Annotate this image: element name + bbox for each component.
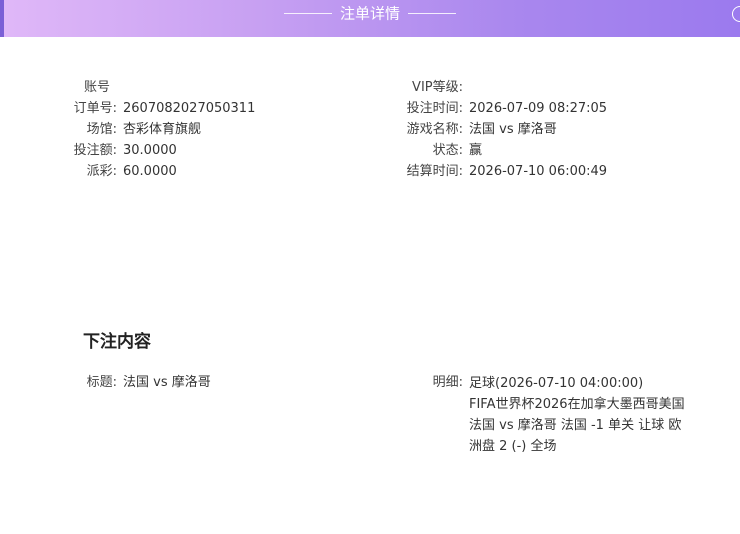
payout-row: 派彩: 60.0000 (0, 162, 370, 182)
order-number-label: 订单号: (73, 101, 117, 116)
venue-row: 场馆: 杏彩体育旗舰 (0, 120, 370, 140)
vip-level-row: VIP等级: (370, 78, 740, 98)
account-row: 账号 (0, 78, 370, 98)
bet-detail-line-3: 法国 vs 摩洛哥 法国 -1 单关 让球 欧 (469, 418, 682, 433)
bet-amount-value: 30.0000 (123, 143, 177, 158)
settle-time-value: 2026-07-10 06:00:49 (469, 164, 608, 179)
status-row: 状态: 赢 (370, 141, 740, 161)
status-label: 状态: (432, 143, 463, 158)
bet-amount-label: 投注额: (73, 143, 117, 158)
modal-title-text: 注单详情 (339, 4, 400, 23)
bet-amount-row: 投注额: 30.0000 (0, 141, 370, 161)
settle-time-row: 结算时间: 2026-07-10 06:00:49 (370, 162, 740, 182)
modal-header: 注单详情 (0, 0, 740, 37)
order-number-row: 订单号: 2607082027050311 (0, 99, 370, 119)
payout-label: 派彩: (86, 164, 117, 179)
title-left-line (283, 13, 332, 14)
bet-detail-line-1: 足球(2026-07-10 04:00:00) (469, 376, 644, 391)
vip-level-label: VIP等级: (412, 80, 463, 95)
bet-content-title: 下注内容 (83, 332, 151, 352)
bet-detail-label-row: 明细: (370, 373, 470, 393)
game-name-label: 游戏名称: (406, 122, 463, 137)
venue-label: 场馆: (86, 122, 117, 137)
account-label: 账号 (83, 80, 110, 95)
payout-value: 60.0000 (123, 164, 177, 179)
game-name-value: 法国 vs 摩洛哥 (469, 122, 557, 137)
bet-detail-text: 足球(2026-07-10 04:00:00) FIFA世界杯2026在加拿大墨… (469, 373, 709, 457)
bet-title-value: 法国 vs 摩洛哥 (123, 375, 211, 390)
title-right-line (408, 13, 456, 14)
bet-detail-label: 明细: (432, 375, 463, 390)
bet-time-row: 投注时间: 2026-07-09 08:27:05 (370, 99, 740, 119)
bet-time-value: 2026-07-09 08:27:05 (469, 101, 608, 116)
bet-title-row: 标题: 法国 vs 摩洛哥 (0, 373, 370, 393)
game-name-row: 游戏名称: 法国 vs 摩洛哥 (370, 120, 740, 140)
bet-title-label: 标题: (86, 375, 117, 390)
bet-detail-line-2: FIFA世界杯2026在加拿大墨西哥美国 (469, 397, 685, 412)
bet-time-label: 投注时间: (406, 101, 463, 116)
order-number-value: 2607082027050311 (123, 101, 256, 116)
venue-value: 杏彩体育旗舰 (123, 122, 202, 137)
modal-title: 注单详情 (0, 0, 740, 28)
settle-time-label: 结算时间: (406, 164, 463, 179)
bet-detail-line-4: 洲盘 2 (-) 全场 (469, 439, 557, 454)
status-value: 赢 (469, 143, 483, 158)
